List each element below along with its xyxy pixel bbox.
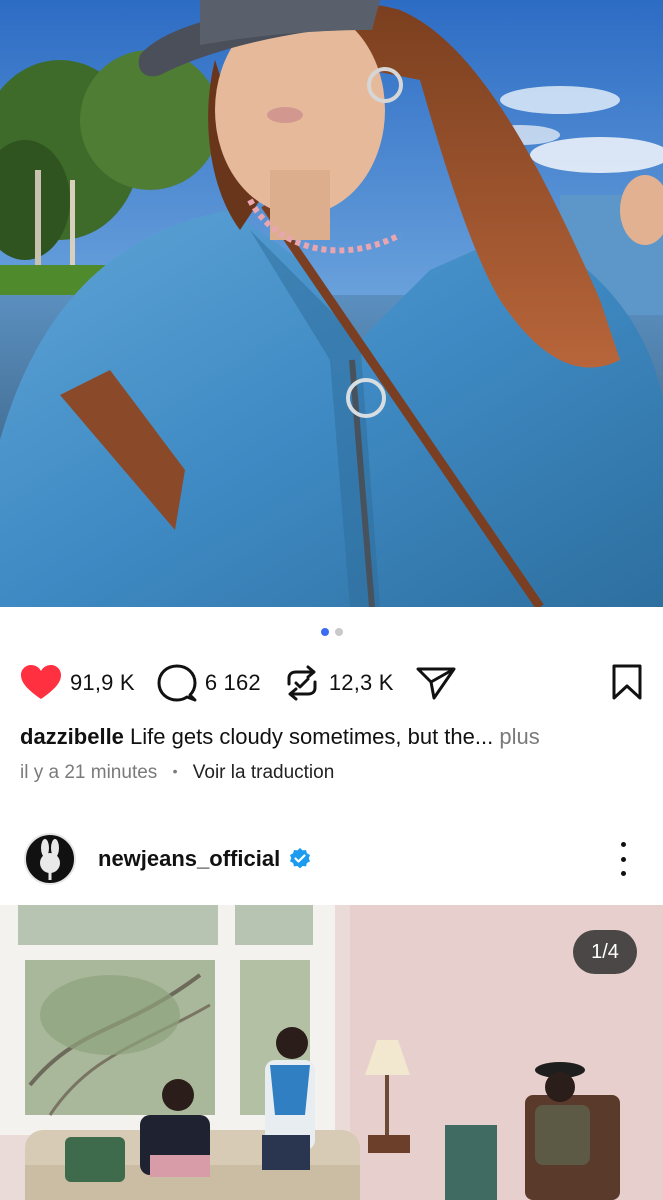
- post-header: newjeans_official: [24, 832, 639, 886]
- post-caption: dazzibelle Life gets cloudy sometimes, b…: [20, 722, 643, 752]
- heart-filled-icon: [21, 665, 61, 699]
- carousel-indicator: [0, 628, 663, 636]
- carousel-dot: [334, 628, 343, 636]
- save-button[interactable]: [611, 663, 643, 706]
- repost-icon: [287, 665, 317, 701]
- like-count: 91,9 K: [70, 670, 135, 695]
- post-photo-selfie: [0, 0, 663, 607]
- post-image[interactable]: [0, 0, 663, 607]
- repost-button[interactable]: 12,3 K: [283, 664, 394, 702]
- comment-count: 6 162: [204, 670, 261, 695]
- share-button[interactable]: [416, 665, 456, 701]
- comment-bubble-icon: [157, 664, 197, 702]
- send-icon: [416, 667, 456, 700]
- carousel-dot-active: [320, 628, 329, 636]
- carousel-counter-badge: 1/4: [573, 930, 637, 974]
- comment-button[interactable]: 6 162: [157, 664, 261, 702]
- see-translation-link[interactable]: Voir la traduction: [193, 762, 335, 783]
- verified-badge-icon: [290, 848, 311, 869]
- post-photo-living-room: [0, 905, 663, 1200]
- post-meta: il y a 21 minutes • Voir la traduction: [20, 762, 334, 784]
- caption-text: Life gets cloudy sometimes, but the...: [130, 724, 494, 749]
- caption-more-link[interactable]: plus: [499, 724, 539, 749]
- avatar[interactable]: [24, 833, 76, 885]
- post-timestamp: il y a 21 minutes: [20, 762, 158, 783]
- post-action-bar: 91,9 K 6 162 12,3 K: [20, 660, 643, 706]
- bookmark-icon: [612, 664, 642, 700]
- meta-separator: •: [172, 763, 178, 779]
- caption-username[interactable]: dazzibelle: [20, 724, 124, 749]
- post-image[interactable]: [0, 905, 663, 1200]
- like-button[interactable]: 91,9 K: [20, 665, 135, 701]
- post-author-username[interactable]: newjeans_official: [98, 846, 280, 872]
- more-vertical-icon[interactable]: [611, 842, 635, 876]
- bunny-logo-icon: [40, 839, 60, 880]
- repost-count: 12,3 K: [328, 670, 394, 695]
